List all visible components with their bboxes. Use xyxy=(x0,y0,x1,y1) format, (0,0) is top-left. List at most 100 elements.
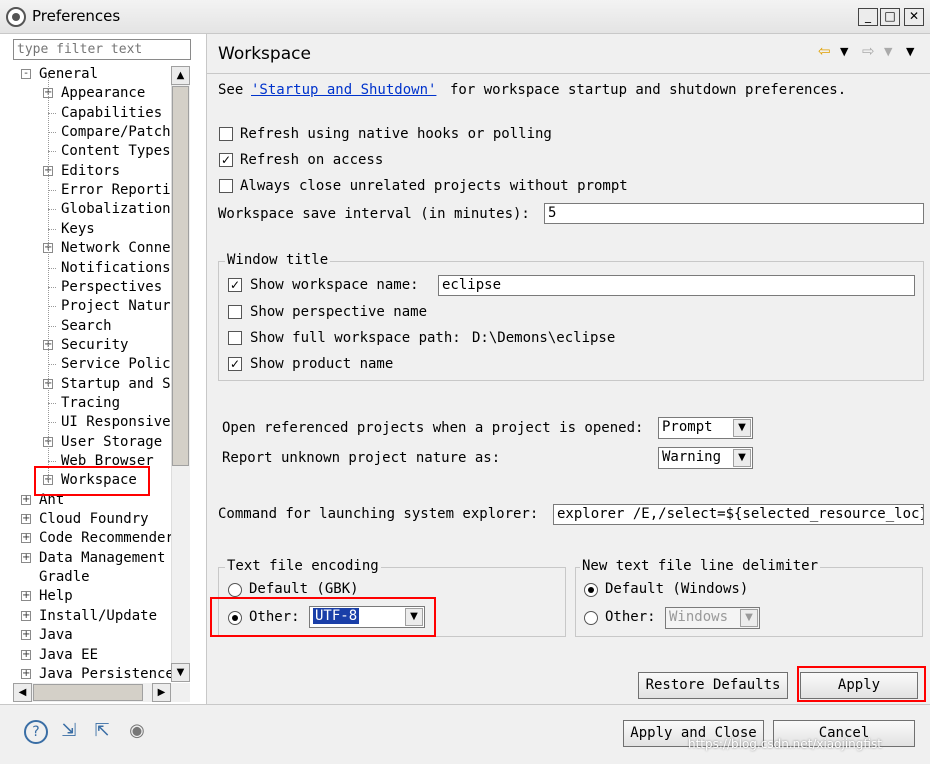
tree-connector xyxy=(48,325,56,327)
preference-tree: - General + Appearance Capabilities Compare/P… xyxy=(13,63,171,683)
tree-item[interactable]: Install/Update xyxy=(39,607,157,626)
filter-input[interactable] xyxy=(13,39,191,60)
tree-item[interactable]: Gradle xyxy=(39,568,90,587)
tree-item[interactable]: Service Policies xyxy=(61,355,171,374)
tree-item[interactable]: Cloud Foundry xyxy=(39,510,149,529)
tree-item[interactable]: Capabilities xyxy=(61,104,162,123)
tree-connector xyxy=(48,422,56,424)
watermark-text: https://blog.csdn.net/xiaojingfist xyxy=(688,737,882,751)
tree-item[interactable]: Java Persistence xyxy=(39,665,171,683)
record-icon[interactable]: ◉ xyxy=(125,720,149,744)
chevron-down-icon[interactable]: ▼ xyxy=(740,609,758,627)
expand-icon[interactable]: + xyxy=(21,591,31,602)
show-full-path-checkbox[interactable] xyxy=(228,331,242,345)
show-workspace-name-checkbox[interactable]: ✓ xyxy=(228,278,242,292)
minimize-button[interactable]: _ xyxy=(858,8,878,26)
startup-shutdown-link[interactable]: 'Startup and Shutdown' xyxy=(251,82,436,98)
back-menu-chevron-icon[interactable]: ▼ xyxy=(840,45,848,58)
import-icon[interactable]: ⇲ xyxy=(57,720,81,744)
forward-arrow-icon[interactable]: ⇨ xyxy=(862,42,875,60)
tree-horizontal-scroll-thumb[interactable] xyxy=(33,684,143,701)
refresh-native-label: Refresh using native hooks or polling xyxy=(240,126,552,142)
refresh-access-label: Refresh on access xyxy=(240,152,384,168)
tree-item[interactable]: Compare/Patch xyxy=(61,123,171,142)
show-full-path-label: Show full workspace path: xyxy=(250,330,461,346)
show-product-name-label: Show product name xyxy=(250,356,394,372)
open-referenced-value: Prompt xyxy=(662,419,713,435)
chevron-down-icon[interactable]: ▼ xyxy=(733,419,751,437)
unknown-nature-select[interactable]: Warning ▼ xyxy=(658,447,753,469)
delimiter-select[interactable]: Windows ▼ xyxy=(665,607,760,629)
tree-connector xyxy=(48,286,56,288)
window-title-group-label: Window title xyxy=(225,252,331,268)
tree-item[interactable]: Security xyxy=(61,336,128,355)
collapse-icon[interactable]: - xyxy=(21,69,31,79)
tree-item[interactable]: User Storage xyxy=(61,433,162,452)
view-menu-chevron-icon[interactable]: ▼ xyxy=(906,45,914,58)
scroll-right-arrow-icon[interactable]: ▶ xyxy=(152,683,171,702)
expand-icon[interactable]: + xyxy=(21,514,31,525)
tree-item[interactable]: Tracing xyxy=(61,394,120,413)
restore-defaults-button[interactable]: Restore Defaults xyxy=(638,672,788,699)
tree-item[interactable]: Search xyxy=(61,317,112,336)
see-prefix: See xyxy=(218,82,244,98)
export-icon[interactable]: ⇱ xyxy=(90,720,114,744)
tree-item[interactable]: Network Connections xyxy=(61,239,171,258)
tree-item[interactable]: Startup and Shutdown xyxy=(61,375,171,394)
tree-vertical-scroll-thumb[interactable] xyxy=(172,86,189,466)
workspace-name-input[interactable]: eclipse xyxy=(438,275,915,296)
open-referenced-label: Open referenced projects when a project … xyxy=(222,420,644,436)
tree-item[interactable]: Globalization xyxy=(61,200,171,219)
tree-item[interactable]: Appearance xyxy=(61,84,145,103)
back-arrow-icon[interactable]: ⇦ xyxy=(818,42,831,60)
help-icon[interactable]: ? xyxy=(24,720,48,744)
encoding-default-label: Default (GBK) xyxy=(249,581,359,597)
tree-item[interactable]: Data Management xyxy=(39,549,165,568)
tree-item[interactable]: Content Types xyxy=(61,142,171,161)
expand-icon[interactable]: + xyxy=(21,610,31,621)
apply-highlight-box xyxy=(797,666,926,702)
window-title: Preferences xyxy=(32,7,121,25)
encoding-default-radio[interactable] xyxy=(228,583,242,597)
expand-icon[interactable]: + xyxy=(21,494,31,505)
scroll-left-arrow-icon[interactable]: ◀ xyxy=(13,683,32,702)
forward-menu-chevron-icon[interactable]: ▼ xyxy=(884,45,892,58)
open-referenced-select[interactable]: Prompt ▼ xyxy=(658,417,753,439)
tree-item[interactable]: Project Natures xyxy=(61,297,171,316)
delimiter-default-radio[interactable] xyxy=(584,583,598,597)
text-encoding-group-label: Text file encoding xyxy=(225,558,381,574)
refresh-native-checkbox[interactable] xyxy=(219,127,233,141)
tree-item[interactable]: Keys xyxy=(61,220,95,239)
expand-icon[interactable]: + xyxy=(21,668,31,679)
maximize-button[interactable]: □ xyxy=(880,8,900,26)
tree-item[interactable]: Java xyxy=(39,626,73,645)
system-explorer-label: Command for launching system explorer: xyxy=(218,506,539,522)
show-product-name-checkbox[interactable]: ✓ xyxy=(228,357,242,371)
always-close-checkbox[interactable] xyxy=(219,179,233,193)
system-explorer-input[interactable]: explorer /E,/select=${selected_resource_… xyxy=(553,504,924,525)
close-button[interactable]: ✕ xyxy=(904,8,924,26)
tree-item[interactable]: Help xyxy=(39,587,73,606)
show-perspective-checkbox[interactable] xyxy=(228,305,242,319)
expand-icon[interactable]: + xyxy=(21,533,31,544)
tree-item[interactable]: Error Reporting xyxy=(61,181,171,200)
tree-item[interactable]: Notifications xyxy=(61,259,171,278)
tree-connector xyxy=(48,209,56,211)
tree-item[interactable]: Perspectives xyxy=(61,278,162,297)
expand-icon[interactable]: + xyxy=(21,552,31,563)
expand-icon[interactable]: + xyxy=(21,649,31,660)
refresh-access-checkbox[interactable]: ✓ xyxy=(219,153,233,167)
delimiter-other-radio[interactable] xyxy=(584,611,598,625)
chevron-down-icon[interactable]: ▼ xyxy=(733,449,751,467)
tree-guide-line xyxy=(48,77,49,484)
save-interval-input[interactable]: 5 xyxy=(544,203,924,224)
tree-item[interactable]: Java EE xyxy=(39,646,98,665)
show-workspace-name-label: Show workspace name: xyxy=(250,277,419,293)
tree-item[interactable]: UI Responsiveness xyxy=(61,413,171,432)
scroll-down-arrow-icon[interactable]: ▼ xyxy=(171,663,190,682)
scroll-up-arrow-icon[interactable]: ▲ xyxy=(171,66,190,85)
tree-item[interactable]: Code Recommenders xyxy=(39,529,171,548)
encoding-highlight-box xyxy=(210,597,436,637)
tree-item[interactable]: Editors xyxy=(61,162,120,181)
expand-icon[interactable]: + xyxy=(21,630,31,641)
